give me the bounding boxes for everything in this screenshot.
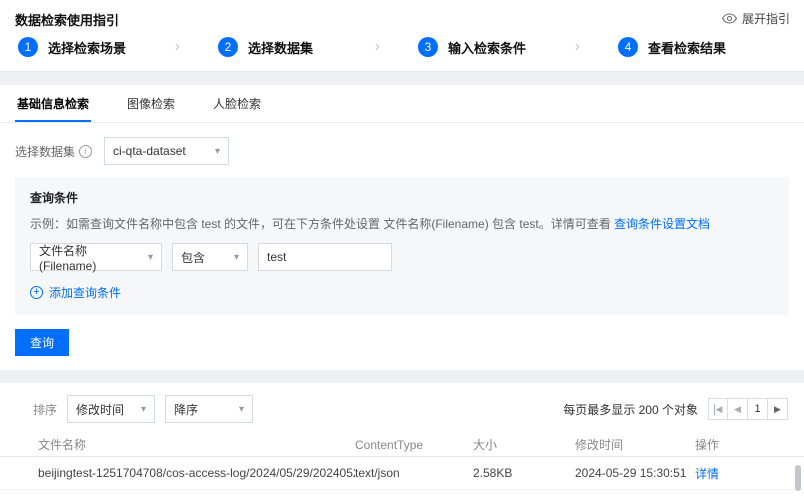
table-header-row: 文件名称 ContentType 大小 修改时间 操作 [0,433,804,457]
sort-order-select[interactable]: 降序 ▾ [165,395,254,423]
chevron-right-icon: › [374,38,380,55]
search-button[interactable]: 查询 [15,329,70,356]
info-icon[interactable]: i [79,144,93,158]
expand-guide-label: 展开指引 [741,12,790,26]
caret-down-icon: ▾ [233,251,239,263]
col-header-contenttype: ContentType [355,437,424,452]
guide-header: 数据检索使用指引 展开指引 1 选择检索场景 › 2 选择数据集 › 3 输入检… [0,0,804,72]
condition-field-value: 文件名称(Filename) [39,243,97,273]
page-title: 数据检索使用指引 [15,13,120,28]
query-condition-example: 示例：如需查询文件名称中包含 test 的文件，可在下方条件处设置 文件名称(F… [30,215,774,232]
example-text: 示例：如需查询文件名称中包含 test 的文件，可在下方条件处设置 文件名称(F… [30,217,615,231]
condition-operator-select[interactable]: 包含 ▾ [172,243,248,271]
results-panel: 排序 修改时间 ▾ 降序 ▾ 每页最多显示 200 个对象 ◀ ◀ 1 ▶ 文件… [0,383,804,500]
prev-page-button[interactable]: ◀ [728,398,748,420]
tab-face-search[interactable]: 人脸检索 [211,85,263,122]
caret-down-icon: ▾ [147,251,153,263]
results-table: 文件名称 ContentType 大小 修改时间 操作 beijingtest-… [0,433,804,500]
file-size: 2.58KB [473,466,513,480]
col-header-action: 操作 [695,438,720,452]
eye-icon [721,13,737,24]
vertical-scrollbar-thumb[interactable] [795,465,801,491]
chevron-right-icon: › [574,38,580,55]
plus-circle-icon: + [30,286,43,299]
step-2-badge: 2 [218,37,238,57]
step-4-badge: 4 [618,37,638,57]
first-page-icon: ◀ [713,403,723,415]
step-2-label: 选择数据集 [248,40,314,56]
modified-time: 2024-05-29 15:30:51 [575,466,687,480]
col-header-size: 大小 [473,438,498,452]
table-row: beijingtest-1251704708/cos-access-log/20… [0,490,804,500]
pagination-area: 每页最多显示 200 个对象 ◀ ◀ 1 ▶ [563,398,788,420]
step-3: 3 输入检索条件 › [418,37,618,57]
file-name: beijingtest-1251704708/cos-access-log/20… [38,466,355,480]
sort-order-value: 降序 [174,402,199,417]
expand-guide-button[interactable]: 展开指引 [721,10,790,27]
dataset-label: 选择数据集 [15,144,76,159]
prev-page-icon: ◀ [734,403,741,414]
dataset-select[interactable]: ci-qta-dataset ▾ [104,137,230,165]
next-page-button[interactable]: ▶ [768,398,788,420]
query-condition-panel: 查询条件 示例：如需查询文件名称中包含 test 的文件，可在下方条件处设置 文… [15,177,789,315]
query-condition-controls: 文件名称(Filename) ▾ 包含 ▾ [30,243,774,273]
condition-field-select[interactable]: 文件名称(Filename) ▾ [30,243,162,273]
sort-field-select[interactable]: 修改时间 ▾ [67,395,156,423]
step-4-label: 查看检索结果 [648,40,727,56]
caret-down-icon: ▾ [214,145,221,157]
search-panel: 基础信息检索 图像检索 人脸检索 选择数据集 i ci-qta-dataset … [0,85,804,370]
sort-label: 排序 [33,402,58,417]
step-1-label: 选择检索场景 [48,40,127,56]
table-row: beijingtest-1251704708/cos-access-log/20… [0,457,804,490]
add-condition-label: 添加查询条件 [49,286,122,300]
chevron-right-icon: › [174,38,180,55]
step-3-badge: 3 [418,37,438,57]
condition-docs-link[interactable]: 查询条件设置文档 [614,217,710,231]
col-header-filename: 文件名称 [38,438,87,452]
detail-link[interactable]: 详情 [695,467,719,481]
results-toolbar: 排序 修改时间 ▾ 降序 ▾ 每页最多显示 200 个对象 ◀ ◀ 1 ▶ [0,395,804,423]
guide-steps: 1 选择检索场景 › 2 选择数据集 › 3 输入检索条件 › 4 查看检索结果 [18,37,726,57]
col-header-mtime: 修改时间 [575,438,624,452]
tab-basic-info-search[interactable]: 基础信息检索 [15,85,92,122]
query-condition-title: 查询条件 [30,191,79,205]
condition-keyword-input[interactable] [258,243,392,271]
sort-field-value: 修改时间 [76,402,125,417]
pagination: ◀ ◀ 1 ▶ [708,398,788,420]
condition-operator-value: 包含 [181,250,206,265]
current-page-indicator[interactable]: 1 [748,398,768,420]
search-tabs: 基础信息检索 图像检索 人脸检索 [0,85,804,123]
content-type: text/json [355,466,400,480]
first-page-button[interactable]: ◀ [708,398,728,420]
step-3-label: 输入检索条件 [448,40,527,56]
dataset-row: 选择数据集 i ci-qta-dataset ▾ [15,137,789,165]
step-1: 1 选择检索场景 › [18,37,218,57]
add-condition-button[interactable]: + 添加查询条件 [30,284,774,301]
step-1-badge: 1 [18,37,38,57]
next-page-icon: ▶ [774,403,781,414]
step-2: 2 选择数据集 › [218,37,418,57]
tab-image-search[interactable]: 图像检索 [125,85,177,122]
dataset-select-value: ci-qta-dataset [113,144,186,158]
caret-down-icon: ▾ [238,403,245,415]
step-4: 4 查看检索结果 [618,37,726,57]
caret-down-icon: ▾ [140,403,147,415]
page-size-text: 每页最多显示 200 个对象 [563,402,698,417]
